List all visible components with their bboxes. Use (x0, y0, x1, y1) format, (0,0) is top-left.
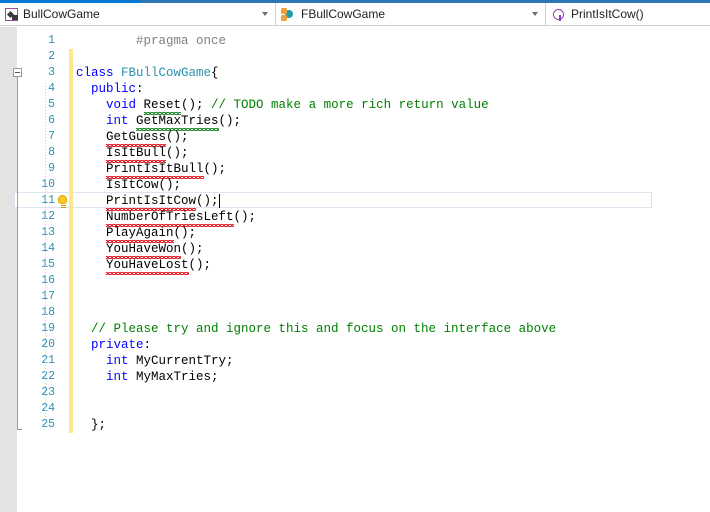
project-icon (5, 8, 18, 21)
code-line-text[interactable]: class FBullCowGame{ (76, 65, 219, 81)
code-token: MyCurrentTry (136, 354, 227, 368)
collapse-region-line (17, 77, 18, 429)
type-dropdown[interactable]: FBullCowGame (276, 3, 546, 25)
line-number: 5 (48, 98, 55, 111)
code-token: (); (181, 98, 212, 112)
code-line-text[interactable]: #pragma once (136, 33, 226, 49)
code-token: (); (233, 210, 257, 224)
change-indicator-bar (69, 49, 73, 433)
collapse-region-end (17, 429, 22, 430)
code-token: (); (166, 130, 189, 144)
code-line-text[interactable]: YouHaveWon(); (106, 241, 204, 257)
code-token: class (76, 66, 122, 80)
project-dropdown[interactable]: BullCowGame (0, 3, 276, 25)
project-dropdown-label: BullCowGame (23, 7, 100, 21)
line-number: 21 (41, 354, 55, 367)
type-dropdown-label: FBullCowGame (301, 7, 386, 21)
code-line-text[interactable]: IsItBull(); (106, 145, 189, 161)
indent-guide (45, 83, 46, 419)
line-number: 14 (41, 242, 55, 255)
code-line-text[interactable]: void Reset(); // TODO make a more rich r… (106, 97, 489, 113)
code-editor[interactable]: 1 #pragma once 2 3 class FBullCowGame{4 publi… (0, 27, 710, 512)
code-line-text[interactable]: }; (91, 417, 106, 433)
code-line-text[interactable]: int MyCurrentTry; (106, 353, 234, 369)
line-number: 22 (41, 370, 55, 383)
code-token: ; (226, 354, 234, 368)
code-token: FBullCowGame (121, 66, 212, 80)
code-line-text[interactable]: PrintIsItBull(); (106, 161, 226, 177)
line-number: 25 (41, 418, 55, 431)
line-number: 11 (41, 194, 55, 207)
code-token: private (91, 338, 144, 352)
line-number: 17 (41, 290, 55, 303)
code-token: }; (91, 418, 107, 432)
code-line-text[interactable]: NumberOfTriesLeft(); (106, 209, 256, 225)
code-token: YouHaveLost (106, 258, 189, 275)
code-line-text[interactable]: GetGuess(); (106, 129, 189, 145)
line-number: 19 (41, 322, 55, 335)
code-token: public (91, 82, 137, 96)
line-number: 8 (48, 146, 55, 159)
member-dropdown[interactable]: PrintIsItCow() (546, 3, 710, 25)
text-cursor (218, 194, 220, 208)
line-number: 9 (48, 162, 55, 175)
code-line-text[interactable]: IsItCow(); (106, 177, 181, 193)
line-number: 7 (48, 130, 55, 143)
code-token: // Please try and ignore this and focus … (91, 322, 557, 336)
line-number: 20 (41, 338, 55, 351)
line-number: 23 (41, 386, 55, 399)
member-dropdown-label: PrintIsItCow() (571, 7, 644, 21)
code-token: int (106, 354, 137, 368)
code-token: (); (173, 226, 197, 240)
line-number: 12 (41, 210, 55, 223)
indicator-margin[interactable] (0, 27, 17, 512)
code-token: (); (181, 242, 204, 256)
code-token: (); (203, 162, 227, 176)
line-number: 24 (41, 402, 55, 415)
line-number: 10 (41, 178, 55, 191)
line-number: 6 (48, 114, 55, 127)
code-line-text[interactable]: // Please try and ignore this and focus … (91, 321, 556, 337)
code-token: int (106, 114, 137, 128)
line-number: 18 (41, 306, 55, 319)
code-token: MyMaxTries (136, 370, 212, 384)
code-token: (); (188, 258, 212, 272)
code-line-text[interactable]: int MyMaxTries; (106, 369, 219, 385)
lightbulb-glyph (58, 195, 67, 206)
line-number: 13 (41, 226, 55, 239)
code-token: // TODO make a more rich return value (211, 98, 489, 112)
code-line-text[interactable]: int GetMaxTries(); (106, 113, 241, 129)
line-number: 3 (48, 66, 55, 79)
code-line-text[interactable]: private: (91, 337, 151, 353)
visual-studio-editor-window: BullCowGame FBullCowGame PrintIsItCow() … (0, 0, 710, 512)
line-number: 4 (48, 82, 55, 95)
code-line-text[interactable]: PlayAgain(); (106, 225, 196, 241)
code-line-text[interactable]: public: (91, 81, 144, 97)
chevron-down-icon[interactable] (257, 3, 272, 25)
code-line-text[interactable]: PrintIsItCow(); (106, 193, 219, 209)
code-token: (); (166, 146, 189, 160)
class-icon (281, 7, 296, 22)
navigation-bar: BullCowGame FBullCowGame PrintIsItCow() (0, 3, 710, 26)
code-token: int (106, 370, 137, 384)
method-icon (551, 7, 566, 22)
code-token: void (106, 98, 144, 112)
line-number: 2 (48, 50, 55, 63)
code-token: (); (158, 178, 182, 192)
collapse-region-toggle[interactable] (13, 68, 22, 77)
code-token: (); (196, 194, 219, 208)
code-token: #pragma once (136, 34, 227, 48)
code-token: : (136, 82, 144, 96)
code-line-text[interactable]: YouHaveLost(); (106, 257, 211, 273)
line-number: 15 (41, 258, 55, 271)
line-number: 1 (48, 34, 55, 47)
code-token: { (211, 66, 219, 80)
code-token: (); (218, 114, 242, 128)
chevron-down-icon[interactable] (527, 3, 542, 25)
line-number: 16 (41, 274, 55, 287)
code-token: : (143, 338, 152, 352)
code-token: ; (211, 370, 219, 384)
